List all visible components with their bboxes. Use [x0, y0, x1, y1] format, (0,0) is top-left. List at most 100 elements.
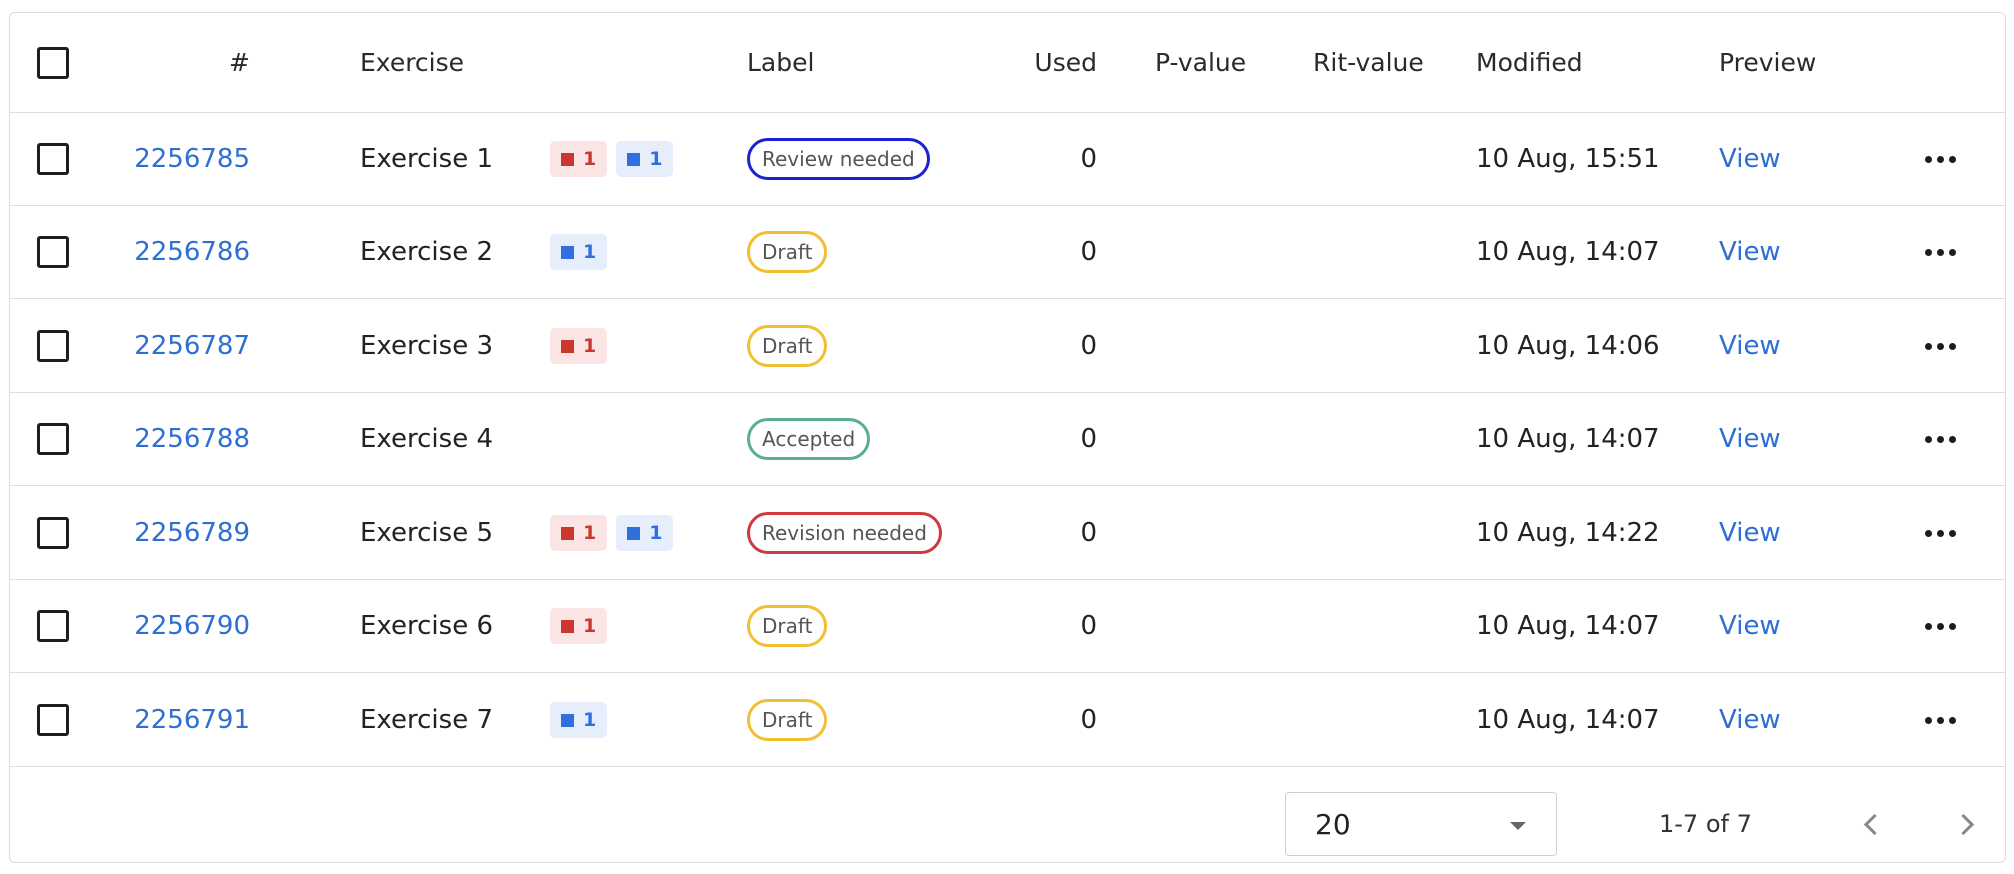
row-checkbox[interactable] [37, 143, 69, 175]
row-actions-cell [1910, 580, 1970, 672]
row-checkbox-cell [37, 393, 77, 485]
table-row: 2256788 Exercise 4 Accepted 0 10 Aug, 14… [10, 393, 2005, 486]
table-header-row: # Exercise Label Used P-value Rit-value … [10, 13, 2005, 113]
blue-tag-badge: 1 [616, 515, 674, 551]
view-link[interactable]: View [1719, 424, 1781, 454]
rit-value [1313, 206, 1463, 298]
view-link[interactable]: View [1719, 518, 1781, 548]
label-cell: Review needed [747, 113, 977, 205]
modified-date: 10 Aug, 14:07 [1476, 424, 1660, 454]
preview-cell: View [1719, 113, 1869, 205]
column-header-used[interactable]: Used [990, 13, 1097, 112]
column-header-label[interactable]: Label [747, 13, 977, 112]
select-all-checkbox[interactable] [37, 46, 69, 79]
more-horizontal-icon[interactable] [1924, 435, 1956, 443]
exercise-id-link[interactable]: 2256788 [134, 424, 250, 454]
rows-per-page-select[interactable]: 20 [1285, 792, 1557, 856]
p-value [1155, 113, 1275, 205]
status-badge: Draft [747, 325, 828, 367]
modified-date: 10 Aug, 14:07 [1476, 611, 1660, 641]
next-page-button[interactable] [1941, 792, 1991, 856]
preview-cell: View [1719, 487, 1869, 579]
used-count: 0 [1080, 237, 1097, 267]
table-row: 2256786 Exercise 2 1 Draft 0 10 Aug, 14:… [10, 206, 2005, 299]
blue-tag-badge: 1 [550, 234, 608, 270]
modified-date: 10 Aug, 14:07 [1476, 237, 1660, 267]
tag-count: 1 [583, 522, 597, 544]
more-horizontal-icon[interactable] [1924, 716, 1956, 724]
exercise-id-link[interactable]: 2256786 [134, 237, 250, 267]
exercise-id-cell: 2256786 [90, 206, 250, 298]
label-cell: Revision needed [747, 487, 977, 579]
red-tag-badge: 1 [550, 515, 608, 551]
tag-badges: 1 [550, 674, 750, 766]
preview-cell: View [1719, 300, 1869, 392]
tag-count: 1 [583, 148, 597, 170]
table-row: 2256789 Exercise 5 1 1 Revision needed 0… [10, 487, 2005, 580]
chevron-left-icon [1863, 813, 1885, 835]
p-value [1155, 674, 1275, 766]
more-horizontal-icon[interactable] [1924, 248, 1956, 256]
column-header-rit-value[interactable]: Rit-value [1313, 13, 1463, 112]
row-checkbox[interactable] [37, 610, 69, 642]
more-horizontal-icon[interactable] [1924, 342, 1956, 350]
row-checkbox[interactable] [37, 704, 69, 736]
rit-value [1313, 393, 1463, 485]
used-count: 0 [1080, 331, 1097, 361]
view-link[interactable]: View [1719, 331, 1781, 361]
exercises-table: # Exercise Label Used P-value Rit-value … [9, 12, 2006, 863]
tag-count: 1 [583, 709, 597, 731]
row-checkbox[interactable] [37, 236, 69, 268]
rit-value [1313, 487, 1463, 579]
view-link[interactable]: View [1719, 237, 1781, 267]
used-count: 0 [1080, 144, 1097, 174]
exercise-id-link[interactable]: 2256787 [134, 331, 250, 361]
row-actions-cell [1910, 206, 1970, 298]
exercise-id-link[interactable]: 2256785 [134, 144, 250, 174]
modified-date: 10 Aug, 14:06 [1476, 331, 1660, 361]
p-value [1155, 206, 1275, 298]
p-value [1155, 300, 1275, 392]
row-actions-cell [1910, 393, 1970, 485]
blue-square-icon [561, 713, 574, 727]
exercise-id-cell: 2256789 [90, 487, 250, 579]
status-badge: Draft [747, 605, 828, 647]
column-header-modified[interactable]: Modified [1476, 13, 1696, 112]
row-checkbox-cell [37, 674, 77, 766]
column-header-id[interactable]: # [90, 13, 250, 112]
more-horizontal-icon[interactable] [1924, 155, 1956, 163]
column-header-preview: Preview [1719, 48, 1817, 77]
p-value [1155, 393, 1275, 485]
more-horizontal-icon[interactable] [1924, 529, 1956, 537]
used-count: 0 [1080, 611, 1097, 641]
tag-badges: 1 1 [550, 487, 750, 579]
blue-square-icon [627, 152, 641, 166]
view-link[interactable]: View [1719, 611, 1781, 641]
column-header-p-value[interactable]: P-value [1155, 13, 1275, 112]
column-header-exercise[interactable]: Exercise [360, 13, 540, 112]
pagination-range: 1-7 of 7 [1659, 810, 1752, 838]
exercise-id-link[interactable]: 2256791 [134, 705, 250, 735]
table-pagination: 20 1-7 of 7 [10, 777, 2005, 863]
exercise-id-cell: 2256791 [90, 674, 250, 766]
exercise-id-link[interactable]: 2256790 [134, 611, 250, 641]
row-checkbox[interactable] [37, 423, 69, 455]
exercise-name: Exercise 6 [360, 611, 493, 641]
table-row: 2256785 Exercise 1 1 1 Review needed 0 1… [10, 113, 2005, 206]
previous-page-button[interactable] [1846, 792, 1896, 856]
view-link[interactable]: View [1719, 705, 1781, 735]
label-cell: Draft [747, 206, 977, 298]
row-actions-cell [1910, 113, 1970, 205]
view-link[interactable]: View [1719, 144, 1781, 174]
row-checkbox[interactable] [37, 330, 69, 362]
more-horizontal-icon[interactable] [1924, 622, 1956, 630]
red-tag-badge: 1 [550, 141, 608, 177]
row-actions-cell [1910, 487, 1970, 579]
exercise-id-cell: 2256787 [90, 300, 250, 392]
modified-date: 10 Aug, 14:22 [1476, 518, 1660, 548]
tag-count: 1 [583, 241, 597, 263]
exercise-id-link[interactable]: 2256789 [134, 518, 250, 548]
row-checkbox[interactable] [37, 517, 69, 549]
exercise-name: Exercise 1 [360, 144, 493, 174]
label-cell: Draft [747, 580, 977, 672]
